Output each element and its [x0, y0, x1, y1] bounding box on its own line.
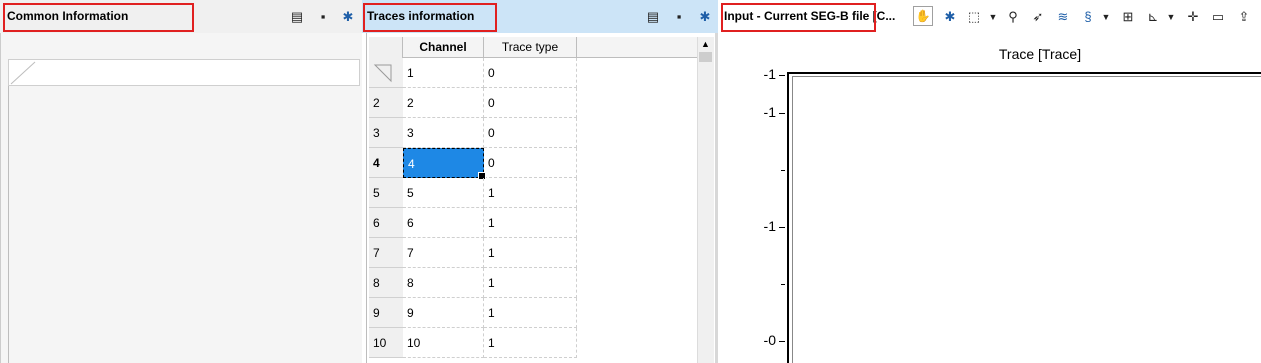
property-grid-header	[8, 59, 360, 86]
wiggle-icon[interactable]: §	[1080, 9, 1096, 25]
y-tick-label: -1	[763, 104, 776, 120]
input-title-highlight	[721, 3, 876, 32]
y-tick-mark	[779, 341, 785, 342]
gear-icon[interactable]: ✱	[340, 9, 356, 25]
export-icon[interactable]: ⇪	[1236, 9, 1252, 25]
row-header[interactable]: 7	[369, 238, 403, 268]
common-info-title-highlight	[3, 3, 194, 32]
row-header[interactable]: 5	[369, 178, 403, 208]
select-region-icon[interactable]: ⬚	[966, 9, 982, 25]
pointer-icon[interactable]: ➶	[1030, 9, 1046, 25]
vertical-scrollbar[interactable]	[697, 37, 714, 363]
table-icon[interactable]: ▤	[289, 9, 305, 25]
row-header[interactable]: 9	[369, 298, 403, 328]
cell-channel[interactable]: 10	[403, 328, 484, 358]
y-tick-mark	[779, 227, 785, 228]
cell-trace-type[interactable]: 0	[484, 58, 577, 88]
cell-trace-type[interactable]: 1	[484, 268, 577, 298]
ruler-icon[interactable]: ⊞	[1120, 9, 1136, 25]
cell-channel-selected[interactable]: 4	[403, 148, 484, 178]
save-icon[interactable]: ▪	[315, 9, 331, 25]
cell-channel[interactable]: 6	[403, 208, 484, 238]
cell-trace-type[interactable]: 1	[484, 238, 577, 268]
property-grid-divider	[8, 86, 9, 363]
y-tick-label: -0	[763, 332, 776, 348]
row-header[interactable]: 3	[369, 118, 403, 148]
save-icon[interactable]: ▪	[671, 9, 687, 25]
crosshair-icon[interactable]: ✛	[1185, 9, 1201, 25]
magnifier-icon[interactable]: ⚲	[1005, 9, 1021, 25]
dropdown-arrow-icon[interactable]: ▼	[1163, 9, 1179, 25]
row-header[interactable]: 4	[369, 148, 403, 178]
y-tick-label: -1	[763, 218, 776, 234]
current-row-marker-icon	[373, 64, 392, 83]
y-minor-tick-mark	[781, 170, 785, 171]
gear-icon[interactable]: ✱	[942, 9, 958, 25]
scroll-thumb[interactable]	[699, 52, 712, 62]
cell-trace-type[interactable]: 1	[484, 178, 577, 208]
cell-trace-type[interactable]: 1	[484, 328, 577, 358]
gear-icon[interactable]: ✱	[697, 9, 713, 25]
cell-channel[interactable]: 5	[403, 178, 484, 208]
chart-icon[interactable]: ⊾	[1145, 9, 1161, 25]
layers-icon[interactable]: ≋	[1055, 9, 1071, 25]
cell-trace-type[interactable]: 0	[484, 148, 577, 178]
cell-channel[interactable]: 8	[403, 268, 484, 298]
y-tick-mark	[779, 75, 785, 76]
row-header[interactable]: 6	[369, 208, 403, 238]
comment-icon[interactable]: ▭	[1210, 9, 1226, 25]
y-tick-mark	[779, 113, 785, 114]
scroll-up-arrow-icon[interactable]: ▲	[699, 38, 712, 50]
column-header-channel[interactable]: Channel	[403, 37, 484, 58]
dropdown-arrow-icon[interactable]: ▼	[985, 9, 1001, 25]
plot-inner-border	[792, 76, 1261, 363]
dropdown-arrow-icon[interactable]: ▼	[1098, 9, 1114, 25]
cell-trace-type[interactable]: 1	[484, 298, 577, 328]
y-tick-label: -1	[763, 66, 776, 82]
cell-trace-type[interactable]: 1	[484, 208, 577, 238]
row-header[interactable]: 10	[369, 328, 403, 358]
row-header[interactable]: 2	[369, 88, 403, 118]
grid-corner[interactable]	[369, 37, 403, 58]
hand-icon[interactable]: ✋	[913, 6, 933, 26]
column-header-trace-type[interactable]: Trace type	[484, 37, 577, 58]
row-header[interactable]: 8	[369, 268, 403, 298]
cell-trace-type[interactable]: 0	[484, 88, 577, 118]
cell-channel[interactable]: 2	[403, 88, 484, 118]
panel-separator-2	[715, 33, 718, 363]
table-icon[interactable]: ▤	[645, 9, 661, 25]
traces-info-title-highlight	[363, 3, 497, 32]
cell-channel[interactable]: 1	[403, 58, 484, 88]
chart-title: Trace [Trace]	[998, 46, 1082, 62]
cell-channel[interactable]: 7	[403, 238, 484, 268]
cell-channel[interactable]: 9	[403, 298, 484, 328]
cell-trace-type[interactable]: 0	[484, 118, 577, 148]
corner-marker-icon	[10, 61, 36, 85]
y-minor-tick-mark	[781, 284, 785, 285]
cell-channel[interactable]: 3	[403, 118, 484, 148]
